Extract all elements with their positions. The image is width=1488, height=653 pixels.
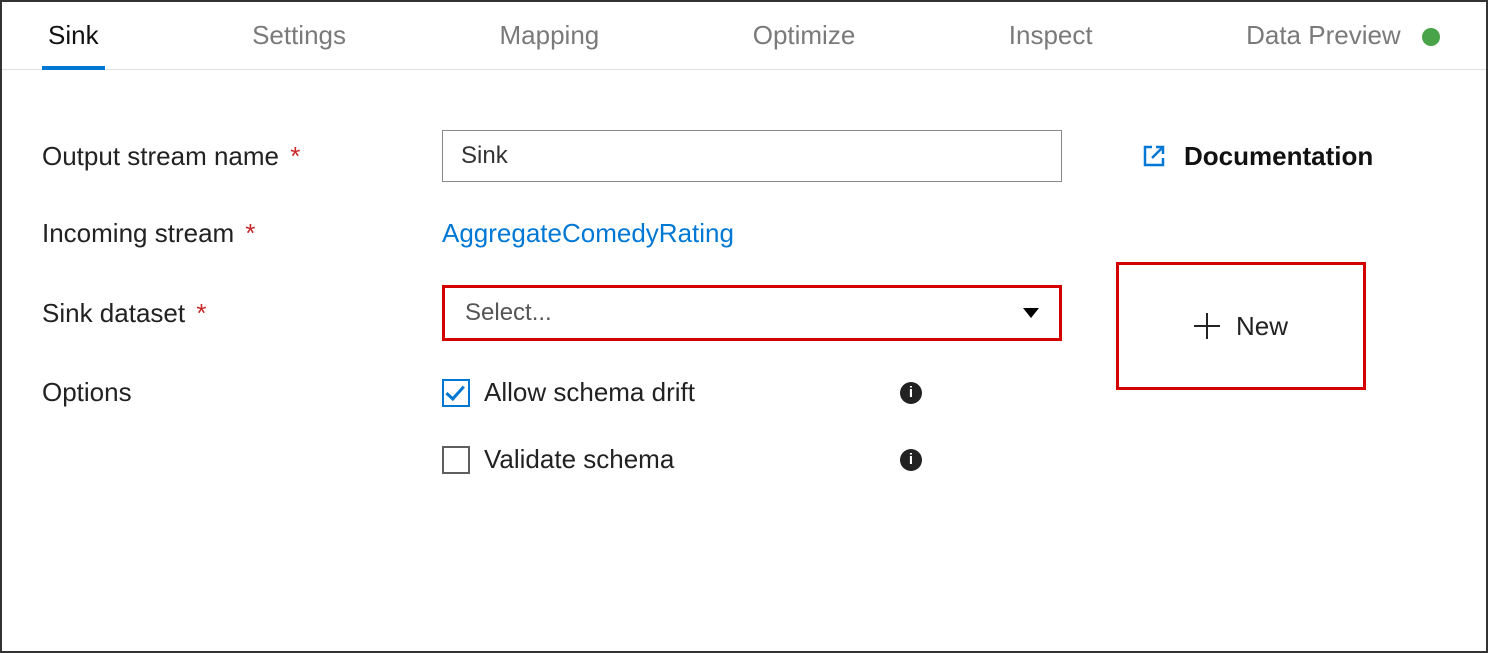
new-button-label: New bbox=[1236, 311, 1288, 342]
option-validate-schema: Validate schema i bbox=[442, 444, 1062, 475]
output-stream-name-input[interactable] bbox=[442, 130, 1062, 182]
documentation-link[interactable]: Documentation bbox=[1142, 141, 1373, 172]
tab-data-preview-label: Data Preview bbox=[1246, 20, 1401, 50]
tab-inspect[interactable]: Inspect bbox=[1003, 2, 1099, 69]
info-icon[interactable]: i bbox=[900, 449, 922, 471]
check-icon bbox=[445, 380, 464, 400]
info-icon[interactable]: i bbox=[900, 382, 922, 404]
label-text: Incoming stream bbox=[42, 218, 234, 248]
tab-mapping[interactable]: Mapping bbox=[494, 2, 606, 69]
allow-schema-drift-checkbox[interactable] bbox=[442, 379, 470, 407]
chevron-down-icon bbox=[1023, 308, 1039, 318]
option-allow-schema-drift: Allow schema drift i bbox=[442, 377, 1062, 408]
row-output-stream-name: Output stream name * Documentation bbox=[42, 130, 1446, 182]
documentation-label: Documentation bbox=[1184, 141, 1373, 172]
plus-icon bbox=[1194, 313, 1220, 339]
validate-schema-checkbox[interactable] bbox=[442, 446, 470, 474]
tab-bar: Sink Settings Mapping Optimize Inspect D… bbox=[2, 2, 1486, 70]
row-options: Options Allow schema drift i Validate sc… bbox=[42, 377, 1446, 475]
external-link-icon bbox=[1142, 144, 1166, 168]
label-options: Options bbox=[42, 377, 442, 408]
required-icon: * bbox=[290, 141, 300, 171]
tab-data-preview[interactable]: Data Preview bbox=[1240, 2, 1446, 69]
sink-config-panel: Sink Settings Mapping Optimize Inspect D… bbox=[0, 0, 1488, 653]
tab-settings[interactable]: Settings bbox=[246, 2, 352, 69]
incoming-stream-value[interactable]: AggregateComedyRating bbox=[442, 218, 734, 249]
sink-dataset-select[interactable]: Select... bbox=[442, 285, 1062, 341]
label-text: Options bbox=[42, 377, 132, 407]
select-placeholder: Select... bbox=[465, 299, 552, 327]
label-incoming-stream: Incoming stream * bbox=[42, 218, 442, 249]
required-icon: * bbox=[245, 218, 255, 248]
tab-optimize[interactable]: Optimize bbox=[747, 2, 862, 69]
label-output-stream-name: Output stream name * bbox=[42, 141, 442, 172]
status-indicator-icon bbox=[1422, 28, 1440, 46]
new-dataset-button[interactable]: New bbox=[1116, 262, 1366, 390]
validate-schema-label: Validate schema bbox=[484, 444, 674, 475]
tab-sink[interactable]: Sink bbox=[42, 2, 105, 69]
label-sink-dataset: Sink dataset * bbox=[42, 298, 442, 329]
label-text: Output stream name bbox=[42, 141, 279, 171]
row-incoming-stream: Incoming stream * AggregateComedyRating bbox=[42, 218, 1446, 249]
allow-schema-drift-label: Allow schema drift bbox=[484, 377, 695, 408]
required-icon: * bbox=[196, 298, 206, 328]
label-text: Sink dataset bbox=[42, 298, 185, 328]
